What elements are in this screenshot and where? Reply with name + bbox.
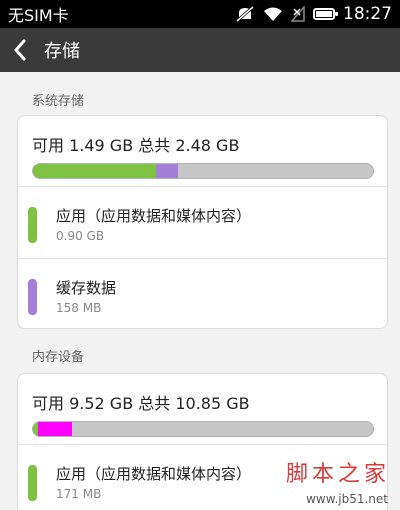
signal-icon: [291, 6, 305, 22]
page-title: 存储: [44, 41, 80, 62]
row-title: 缓存数据: [56, 279, 117, 297]
section-label-internal: 内存设备: [32, 350, 85, 365]
row-title: 应用（应用数据和媒体内容）: [56, 465, 252, 483]
internal-storage-card: 可用 9.52 GB 总共 10.85 GB 应用（应用数据和媒体内容） 171…: [17, 373, 388, 510]
storage-row-apps[interactable]: 应用（应用数据和媒体内容） 0.90 GB: [18, 186, 387, 258]
summary-text: 可用 9.52 GB 总共 10.85 GB: [32, 394, 250, 413]
watermark-logo: 脚本之家: [285, 462, 390, 487]
system-storage-card: 可用 1.49 GB 总共 2.48 GB 应用（应用数据和媒体内容） 0.90…: [17, 115, 388, 329]
battery-icon: [313, 8, 338, 20]
row-size: 158 MB: [56, 301, 102, 315]
usage-segment-apps: [33, 164, 157, 178]
usage-segment-cache: [156, 164, 179, 178]
storage-usage-bar: [32, 163, 374, 179]
usage-segment-other: [38, 422, 73, 436]
clock: 18:27: [343, 4, 392, 24]
storage-summary: 可用 1.49 GB 总共 2.48 GB: [18, 116, 387, 186]
row-size: 171 MB: [56, 487, 102, 501]
section-label-system: 系统存储: [32, 94, 85, 109]
carrier-label: 无SIM卡: [8, 6, 69, 25]
status-icons: 18:27: [235, 4, 392, 24]
color-swatch: [28, 465, 37, 501]
row-size: 0.90 GB: [56, 229, 105, 243]
mute-icon: [235, 5, 255, 23]
color-swatch: [28, 207, 37, 243]
row-title: 应用（应用数据和媒体内容）: [56, 207, 252, 225]
action-bar: 存储: [0, 28, 400, 72]
storage-row-cache[interactable]: 缓存数据 158 MB: [18, 258, 387, 328]
storage-summary: 可用 9.52 GB 总共 10.85 GB: [18, 374, 387, 444]
watermark-url: www.jb51.net: [306, 492, 388, 506]
chevron-left-icon[interactable]: [8, 38, 32, 62]
wifi-icon: [263, 6, 283, 22]
status-bar: 无SIM卡 18:27: [0, 0, 400, 28]
storage-usage-bar: [32, 421, 374, 437]
summary-text: 可用 1.49 GB 总共 2.48 GB: [32, 136, 240, 155]
color-swatch: [28, 279, 37, 315]
